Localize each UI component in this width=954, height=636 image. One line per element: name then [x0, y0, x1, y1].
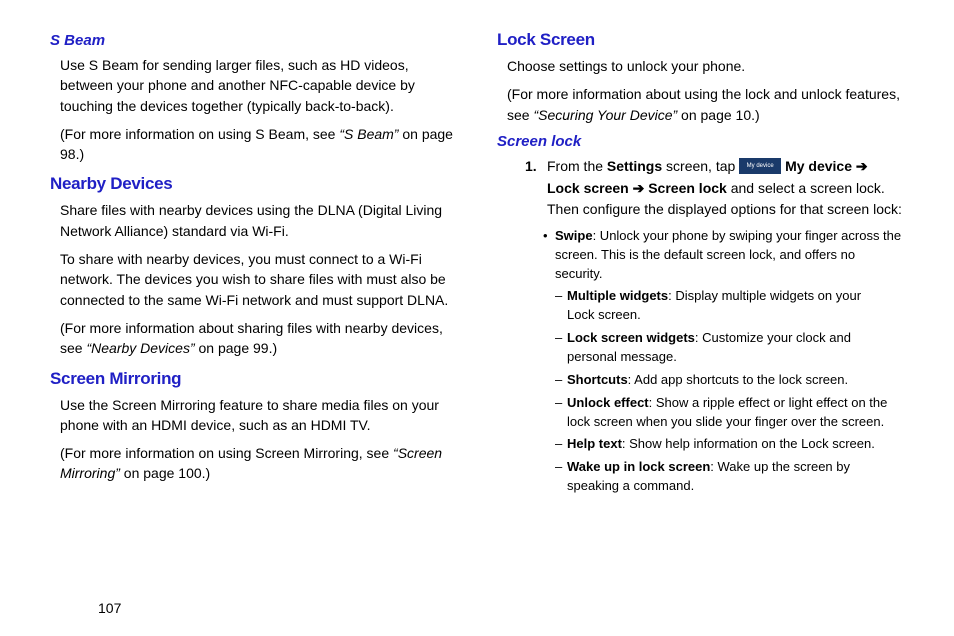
xref-s-beam: “S Beam”: [339, 126, 398, 142]
step-number: 1.: [525, 156, 547, 221]
dash-marker: –: [555, 329, 567, 367]
step-1: 1. From the Settings screen, tap My devi…: [525, 156, 904, 221]
dash-unlock-effect: – Unlock effect: Show a ripple effect or…: [555, 394, 904, 432]
label: Lock screen widgets: [567, 330, 695, 345]
dash-marker: –: [555, 435, 567, 454]
label: Wake up in lock screen: [567, 459, 710, 474]
dash-marker: –: [555, 394, 567, 432]
bullet-swipe: • Swipe: Unlock your phone by swiping yo…: [543, 227, 904, 284]
left-column: S Beam Use S Beam for sending larger fil…: [50, 30, 457, 500]
xref-securing-your-device: “Securing Your Device”: [533, 107, 677, 123]
label: Unlock effect: [567, 395, 649, 410]
my-device-icon: My device: [739, 158, 781, 174]
xref-nearby-devices: “Nearby Devices”: [86, 340, 194, 356]
dash-body: Lock screen widgets: Customize your cloc…: [567, 329, 904, 367]
dash-body: Shortcuts: Add app shortcuts to the lock…: [567, 371, 904, 390]
lock-p1: Choose settings to unlock your phone.: [507, 56, 904, 76]
page-number: 107: [98, 600, 121, 616]
dash-multiple-widgets: – Multiple widgets: Display multiple wid…: [555, 287, 904, 325]
text: (For more information on using S Beam, s…: [60, 126, 339, 142]
dash-help-text: – Help text: Show help information on th…: [555, 435, 904, 454]
nearby-p1: Share files with nearby devices using th…: [60, 200, 457, 241]
heading-nearby-devices: Nearby Devices: [50, 174, 457, 194]
right-column: Lock Screen Choose settings to unlock yo…: [497, 30, 904, 500]
dash-lock-screen-widgets: – Lock screen widgets: Customize your cl…: [555, 329, 904, 367]
dash-wake-up: – Wake up in lock screen: Wake up the sc…: [555, 458, 904, 496]
dash-body: Wake up in lock screen: Wake up the scre…: [567, 458, 904, 496]
bullet-marker: •: [543, 227, 555, 284]
dash-body: Unlock effect: Show a ripple effect or l…: [567, 394, 904, 432]
dash-body: Multiple widgets: Display multiple widge…: [567, 287, 904, 325]
lock-p2: (For more information about using the lo…: [507, 84, 904, 125]
heading-lock-screen: Lock Screen: [497, 30, 904, 50]
label: Swipe: [555, 228, 593, 243]
heading-s-beam: S Beam: [50, 32, 457, 49]
text: on page 10.): [677, 107, 760, 123]
text: on page 100.): [120, 465, 210, 481]
text: : Show help information on the Lock scre…: [622, 436, 875, 451]
heading-screen-mirroring: Screen Mirroring: [50, 369, 457, 389]
label: Help text: [567, 436, 622, 451]
nearby-p2: To share with nearby devices, you must c…: [60, 249, 457, 310]
dash-marker: –: [555, 371, 567, 390]
text: : Unlock your phone by swiping your fing…: [555, 228, 901, 281]
dash-marker: –: [555, 287, 567, 325]
text: (For more information on using Screen Mi…: [60, 445, 393, 461]
step-body: From the Settings screen, tap My device …: [547, 156, 904, 221]
heading-screen-lock: Screen lock: [497, 133, 904, 150]
dash-marker: –: [555, 458, 567, 496]
label-settings: Settings: [607, 158, 662, 174]
nearby-p3: (For more information about sharing file…: [60, 318, 457, 359]
text: From the: [547, 158, 607, 174]
dash-body: Help text: Show help information on the …: [567, 435, 904, 454]
mirror-p1: Use the Screen Mirroring feature to shar…: [60, 395, 457, 436]
mirror-p2: (For more information on using Screen Mi…: [60, 443, 457, 484]
label: Multiple widgets: [567, 288, 668, 303]
text: screen, tap: [662, 158, 739, 174]
text: : Add app shortcuts to the lock screen.: [628, 372, 848, 387]
text: on page 99.): [195, 340, 278, 356]
dash-shortcuts: – Shortcuts: Add app shortcuts to the lo…: [555, 371, 904, 390]
icon-label: My device: [747, 163, 774, 169]
bullet-body: Swipe: Unlock your phone by swiping your…: [555, 227, 904, 284]
sbeam-p2: (For more information on using S Beam, s…: [60, 124, 457, 165]
page-columns: S Beam Use S Beam for sending larger fil…: [50, 30, 904, 500]
sbeam-p1: Use S Beam for sending larger files, suc…: [60, 55, 457, 116]
label: Shortcuts: [567, 372, 628, 387]
